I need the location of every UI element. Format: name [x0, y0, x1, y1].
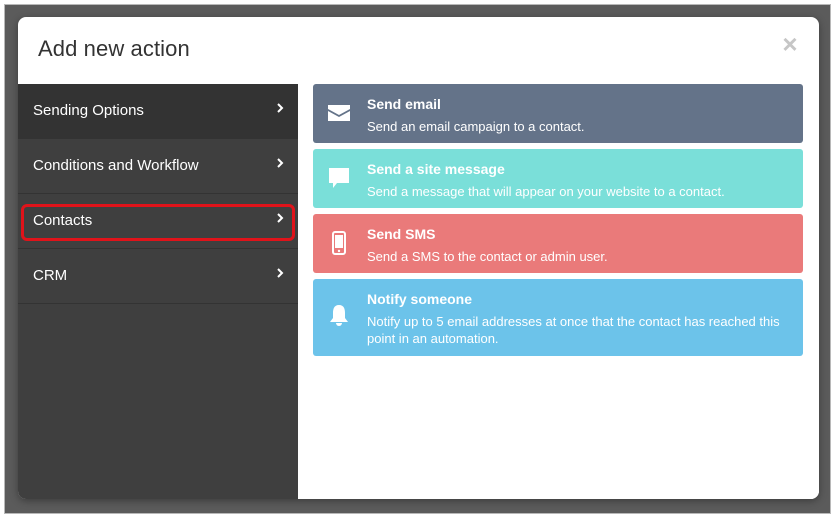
sidebar-item-label: Conditions and Workflow: [33, 157, 199, 174]
action-send-email[interactable]: Send email Send an email campaign to a c…: [313, 84, 803, 143]
sidebar-item-contacts[interactable]: Contacts: [18, 194, 298, 249]
modal-title: Add new action: [38, 36, 190, 61]
sidebar-item-sending-options[interactable]: Sending Options: [18, 84, 298, 139]
chat-bubble-icon: [329, 168, 349, 188]
action-title: Send email: [367, 96, 441, 112]
sidebar-item-label: Contacts: [33, 212, 93, 229]
mobile-phone-icon: [332, 231, 346, 255]
sidebar-item-label: CRM: [33, 267, 68, 284]
action-list: Send email Send an email campaign to a c…: [298, 84, 819, 499]
chevron-right-icon: [277, 268, 284, 278]
sidebar-item-label: Sending Options: [33, 102, 144, 119]
action-title: Send SMS: [367, 226, 436, 242]
sidebar-item-conditions-workflow[interactable]: Conditions and Workflow: [18, 139, 298, 194]
action-notify-someone[interactable]: Notify someone Notify up to 5 email addr…: [313, 279, 803, 356]
close-icon[interactable]: ×: [779, 31, 801, 57]
action-title: Send a site message: [367, 161, 505, 177]
action-description: Send an email campaign to a contact.: [367, 119, 585, 134]
action-send-site-message[interactable]: Send a site message Send a message that …: [313, 149, 803, 208]
action-send-sms[interactable]: Send SMS Send a SMS to the contact or ad…: [313, 214, 803, 273]
chevron-right-icon: [277, 158, 284, 168]
sidebar-item-crm[interactable]: CRM: [18, 249, 298, 304]
action-description: Send a message that will appear on your …: [367, 184, 725, 199]
chevron-right-icon: [277, 213, 284, 223]
envelope-icon: [328, 105, 350, 121]
action-description: Notify up to 5 email addresses at once t…: [367, 314, 780, 346]
category-sidebar: Sending Options Conditions and Workflow …: [18, 84, 298, 499]
action-title: Notify someone: [367, 291, 473, 307]
action-description: Send a SMS to the contact or admin user.: [367, 249, 608, 264]
bell-icon: [330, 305, 348, 326]
chevron-right-icon: [277, 103, 284, 113]
modal-header: Add new action ×: [18, 17, 819, 84]
add-action-modal: Add new action × Sending Options Conditi…: [18, 17, 819, 499]
